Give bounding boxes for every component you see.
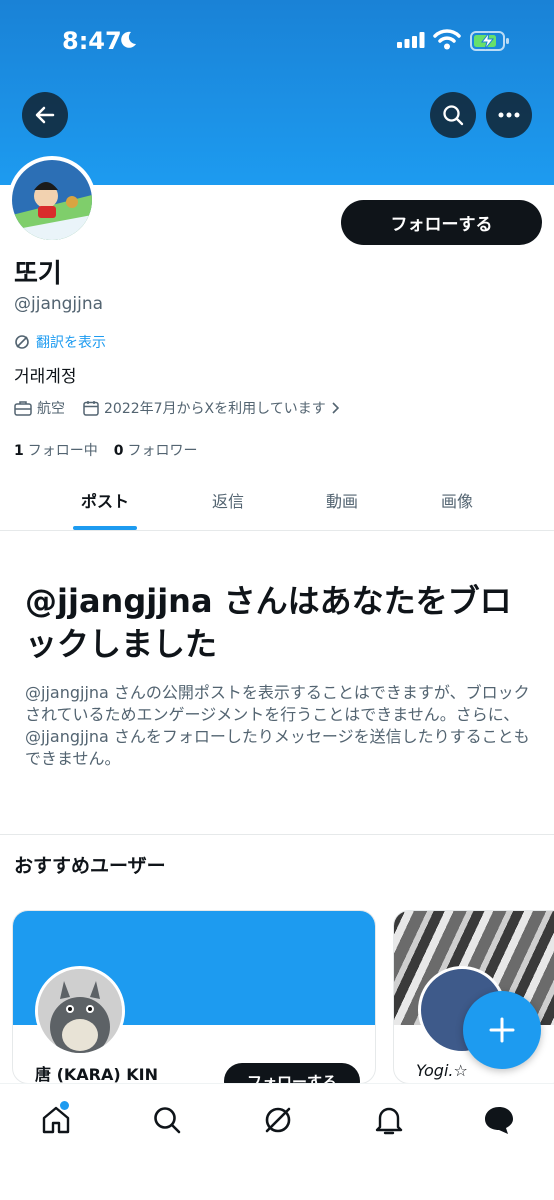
tab-videos[interactable]: 動画: [292, 470, 392, 530]
messages-icon: [485, 1107, 513, 1134]
totoro-avatar-image: [38, 969, 122, 1053]
joined-label: 2022年7月からXを利用しています: [104, 401, 326, 417]
bottom-navigation: [0, 1083, 554, 1200]
followers-count: 0: [113, 443, 124, 459]
following-label: フォロー中: [27, 443, 98, 459]
following-count: 1: [14, 443, 24, 459]
calendar-icon: [83, 401, 99, 416]
tab-images[interactable]: 画像: [407, 470, 507, 530]
category-label: 航空: [37, 401, 65, 417]
user-handle: @jjangjjna: [14, 294, 104, 314]
status-time: 8:47: [62, 27, 122, 55]
profile-meta: 航空 2022年7月からXを利用しています: [14, 398, 357, 418]
profile-tabs: ポスト 返信 動画 画像: [0, 470, 554, 531]
card-user-name: Yogi.☆: [416, 1061, 468, 1080]
profile-avatar[interactable]: [8, 156, 96, 244]
follow-button[interactable]: フォローする: [341, 200, 542, 245]
following-link[interactable]: 1 フォロー中: [14, 440, 98, 460]
nav-search[interactable]: [147, 1100, 187, 1140]
search-icon: [443, 105, 464, 126]
nav-home[interactable]: [36, 1100, 76, 1140]
grok-icon: [265, 1107, 291, 1133]
briefcase-icon: [14, 401, 32, 416]
profile-bio: 거래계정: [14, 367, 77, 387]
nav-notifications[interactable]: [369, 1100, 409, 1140]
recommendations-heading: おすすめユーザー: [14, 855, 166, 877]
translate-bio-link[interactable]: 翻訳を表示: [14, 332, 106, 352]
chevron-right-icon: [332, 402, 339, 414]
category-item: 航空: [14, 398, 65, 418]
compose-post-button[interactable]: [463, 991, 541, 1069]
avatar-image: [12, 160, 92, 240]
recommended-user-card[interactable]: Yogi.☆: [393, 910, 554, 1084]
followers-label: フォロワー: [127, 443, 198, 459]
nav-grok[interactable]: [258, 1100, 298, 1140]
tab-posts[interactable]: ポスト: [55, 470, 155, 530]
blocked-description: @jjangjjna さんの公開ポストを表示することはできますが、ブロックされて…: [25, 683, 530, 768]
display-name: 또기: [14, 259, 62, 289]
followers-link[interactable]: 0 フォロワー: [114, 440, 198, 460]
card-follow-button[interactable]: フォローする: [224, 1063, 360, 1083]
wifi-icon: [433, 29, 461, 50]
follow-stats: 1 フォロー中 0 フォロワー: [14, 440, 198, 460]
arrow-left-icon: [35, 106, 55, 124]
more-dots-icon: [498, 112, 520, 118]
tab-replies[interactable]: 返信: [178, 470, 278, 530]
cellular-signal-icon: [397, 32, 425, 48]
battery-charging-icon: [470, 31, 509, 51]
card-avatar[interactable]: [35, 966, 125, 1056]
more-options-button[interactable]: [486, 92, 532, 138]
notification-dot: [60, 1101, 69, 1110]
nav-messages[interactable]: [479, 1100, 519, 1140]
plus-icon: [489, 1017, 515, 1043]
joined-item[interactable]: 2022年7月からXを利用しています: [83, 398, 339, 418]
translate-icon: [15, 335, 29, 349]
translate-label: 翻訳を表示: [36, 335, 106, 351]
recommended-user-card[interactable]: 唐 (KARA) KIN フォローする: [12, 910, 376, 1084]
notifications-icon: [375, 1107, 403, 1135]
section-divider: [0, 834, 554, 835]
blocked-title: @jjangjjna さんはあなたをブロックしました: [25, 582, 512, 663]
card-user-name: 唐 (KARA) KIN: [35, 1065, 158, 1084]
moon-icon: [121, 31, 136, 48]
search-icon: [154, 1107, 181, 1134]
active-tab-indicator: [73, 526, 137, 530]
back-button[interactable]: [22, 92, 68, 138]
search-button[interactable]: [430, 92, 476, 138]
